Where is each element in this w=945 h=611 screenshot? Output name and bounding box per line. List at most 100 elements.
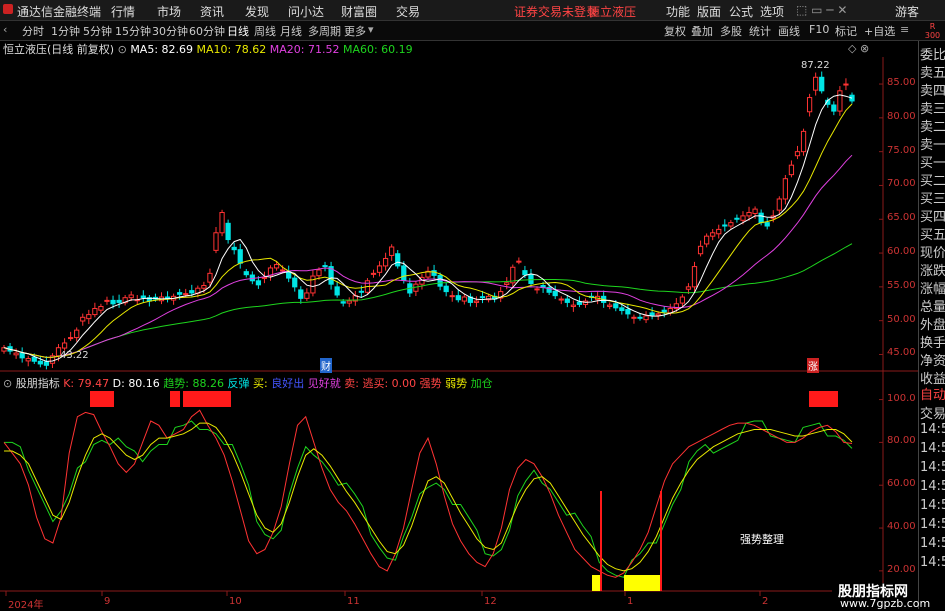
side-panel-item[interactable]: 换手 xyxy=(920,332,945,351)
side-panel-item[interactable]: 净资 xyxy=(920,350,945,369)
side-panel-item[interactable]: 卖四 xyxy=(920,80,945,99)
period-tab-5min[interactable]: 5分钟 xyxy=(83,23,112,39)
period-tab-more[interactable]: 更多 xyxy=(344,23,366,39)
stock-chart[interactable] xyxy=(0,0,945,609)
tool-overlay[interactable]: 叠加 xyxy=(691,23,713,39)
side-panel-time[interactable]: 14:56 xyxy=(920,441,945,456)
toggle-icon[interactable]: ‹ xyxy=(3,23,7,36)
menu-layout[interactable]: 版面 xyxy=(697,3,721,20)
side-panel-time[interactable]: 14:56 xyxy=(920,422,945,437)
ma-legend: 恒立液压(日线 前复权) ⊙ MA5: 82.69 MA10: 78.62 MA… xyxy=(0,41,413,57)
side-panel-item[interactable]: 卖五 xyxy=(920,62,945,81)
period-tab-daily[interactable]: 日线 xyxy=(227,23,249,39)
side-panel-item[interactable]: 委比 xyxy=(920,44,945,63)
period-tab-intraday[interactable]: 分时 xyxy=(22,23,44,39)
more-dropdown-icon[interactable]: ▾ xyxy=(368,23,374,36)
candle-body xyxy=(401,265,407,281)
side-panel-item[interactable]: 买二 xyxy=(920,170,945,189)
window-controls-icon[interactable]: ⬚ ▭ ─ ✕ xyxy=(796,3,847,17)
stock-period-label: 恒立液压(日线 前复权) xyxy=(3,43,115,56)
tool-add-watchlist[interactable]: +自选 xyxy=(864,23,895,39)
quote-side-panel: 委比 卖五 卖四 卖三 卖二 卖一 买一 买二 买三 买四 买五 现价 涨跌 涨幅 总量 外盘 换手 净资 收益 自动… xyxy=(918,41,945,609)
menu-discover[interactable]: 发现 xyxy=(245,3,269,20)
period-tab-30min[interactable]: 30分钟 xyxy=(152,23,188,39)
date-tick-label: 2 xyxy=(762,596,769,607)
candle-body xyxy=(522,270,528,276)
menu-options[interactable]: 选项 xyxy=(760,3,784,20)
period-tab-weekly[interactable]: 周线 xyxy=(254,23,276,39)
rebound-label: 反弹 xyxy=(227,377,250,390)
candle-body xyxy=(607,304,613,307)
d-value: D: 80.16 xyxy=(112,377,160,390)
candle-body xyxy=(98,305,104,311)
menu-trade[interactable]: 交易 xyxy=(396,3,420,20)
trend-value: 趋势: 88.26 xyxy=(163,377,225,390)
side-panel-time[interactable]: 交易 xyxy=(920,403,945,422)
indicator-name[interactable]: 股朋指标 xyxy=(16,377,60,390)
candle-body xyxy=(298,289,304,299)
candle-body xyxy=(310,275,316,294)
candle-body xyxy=(564,298,570,303)
indicator-legend: ⊙ 股朋指标 K: 79.47 D: 80.16 趋势: 88.26 反弹 买:… xyxy=(0,375,493,391)
period-tab-multi[interactable]: 多周期 xyxy=(308,23,341,39)
side-panel-item[interactable]: 涨幅 xyxy=(920,278,945,297)
tool-multi-stock[interactable]: 多股 xyxy=(720,23,742,39)
menu-function[interactable]: 功能 xyxy=(666,3,690,20)
side-panel-time[interactable]: 14:56 xyxy=(920,498,945,513)
tool-menu-icon[interactable]: ≡ xyxy=(900,23,909,36)
tool-restore-rights[interactable]: 复权 xyxy=(664,23,686,39)
indicator-settings-icon[interactable]: ⊙ xyxy=(3,377,12,390)
candle-body xyxy=(837,90,843,112)
side-panel-item[interactable]: 卖二 xyxy=(920,116,945,135)
side-panel-item[interactable]: 涨跌 xyxy=(920,260,945,279)
candle-body xyxy=(594,295,601,300)
side-panel-item[interactable]: 外盘 xyxy=(920,314,945,333)
side-panel-time[interactable]: 14:56 xyxy=(920,479,945,494)
tool-draw-line[interactable]: 画线 xyxy=(778,23,800,39)
side-panel-item[interactable]: 现价 xyxy=(920,242,945,261)
candle-body xyxy=(389,246,395,256)
chart-settings-icon[interactable]: ◇ ⊗ xyxy=(848,42,869,55)
candle-body xyxy=(134,299,140,302)
period-tab-1min[interactable]: 1分钟 xyxy=(51,23,80,39)
candle-body xyxy=(831,104,837,112)
finance-marker[interactable]: 财 xyxy=(320,358,332,373)
side-panel-item[interactable]: 买五 xyxy=(920,224,945,243)
side-panel-time[interactable]: 自动 xyxy=(920,384,945,403)
side-panel-time[interactable]: 14:56 xyxy=(920,536,945,551)
guest-label[interactable]: 游客 xyxy=(895,3,919,20)
limit-up-marker[interactable]: 涨 xyxy=(807,358,819,373)
candle-body xyxy=(498,291,504,299)
candle-body xyxy=(364,280,371,293)
side-panel-time[interactable]: 14:56 xyxy=(920,460,945,475)
tool-statistics[interactable]: 统计 xyxy=(749,23,771,39)
settings-icon[interactable]: ⊙ xyxy=(118,43,127,56)
candle-body xyxy=(643,315,649,321)
menu-quotes[interactable]: 行情 xyxy=(111,3,135,20)
side-panel-item[interactable]: 卖一 xyxy=(920,134,945,153)
period-tab-monthly[interactable]: 月线 xyxy=(280,23,302,39)
candle-body xyxy=(243,271,249,276)
side-panel-item[interactable]: 卖三 xyxy=(920,98,945,117)
price-tick-label: 55.00 xyxy=(887,279,916,291)
menu-news[interactable]: 资讯 xyxy=(200,3,224,20)
side-panel-time[interactable]: 14:56 xyxy=(920,517,945,532)
side-panel-time[interactable]: 14:56 xyxy=(920,555,945,570)
tool-mark[interactable]: 标记 xyxy=(835,23,857,39)
menu-ask[interactable]: 问小达 xyxy=(288,3,324,20)
period-tab-15min[interactable]: 15分钟 xyxy=(115,23,151,39)
ma10-line xyxy=(3,103,853,358)
side-panel-item[interactable]: 买四 xyxy=(920,206,945,225)
menu-market[interactable]: 市场 xyxy=(157,3,181,20)
candle-body xyxy=(601,295,607,303)
tool-f10[interactable]: F10 xyxy=(809,23,829,36)
menu-wealth[interactable]: 财富圈 xyxy=(341,3,377,20)
login-status[interactable]: 证券交易未登录 xyxy=(514,3,598,20)
ma20-value: MA20: 71.52 xyxy=(269,43,340,56)
side-panel-item[interactable]: 买三 xyxy=(920,188,945,207)
period-tab-60min[interactable]: 60分钟 xyxy=(189,23,225,39)
side-panel-item[interactable]: 买一 xyxy=(920,152,945,171)
menu-formula[interactable]: 公式 xyxy=(729,3,753,20)
candle-body xyxy=(261,276,268,279)
side-panel-item[interactable]: 总量 xyxy=(920,296,945,315)
